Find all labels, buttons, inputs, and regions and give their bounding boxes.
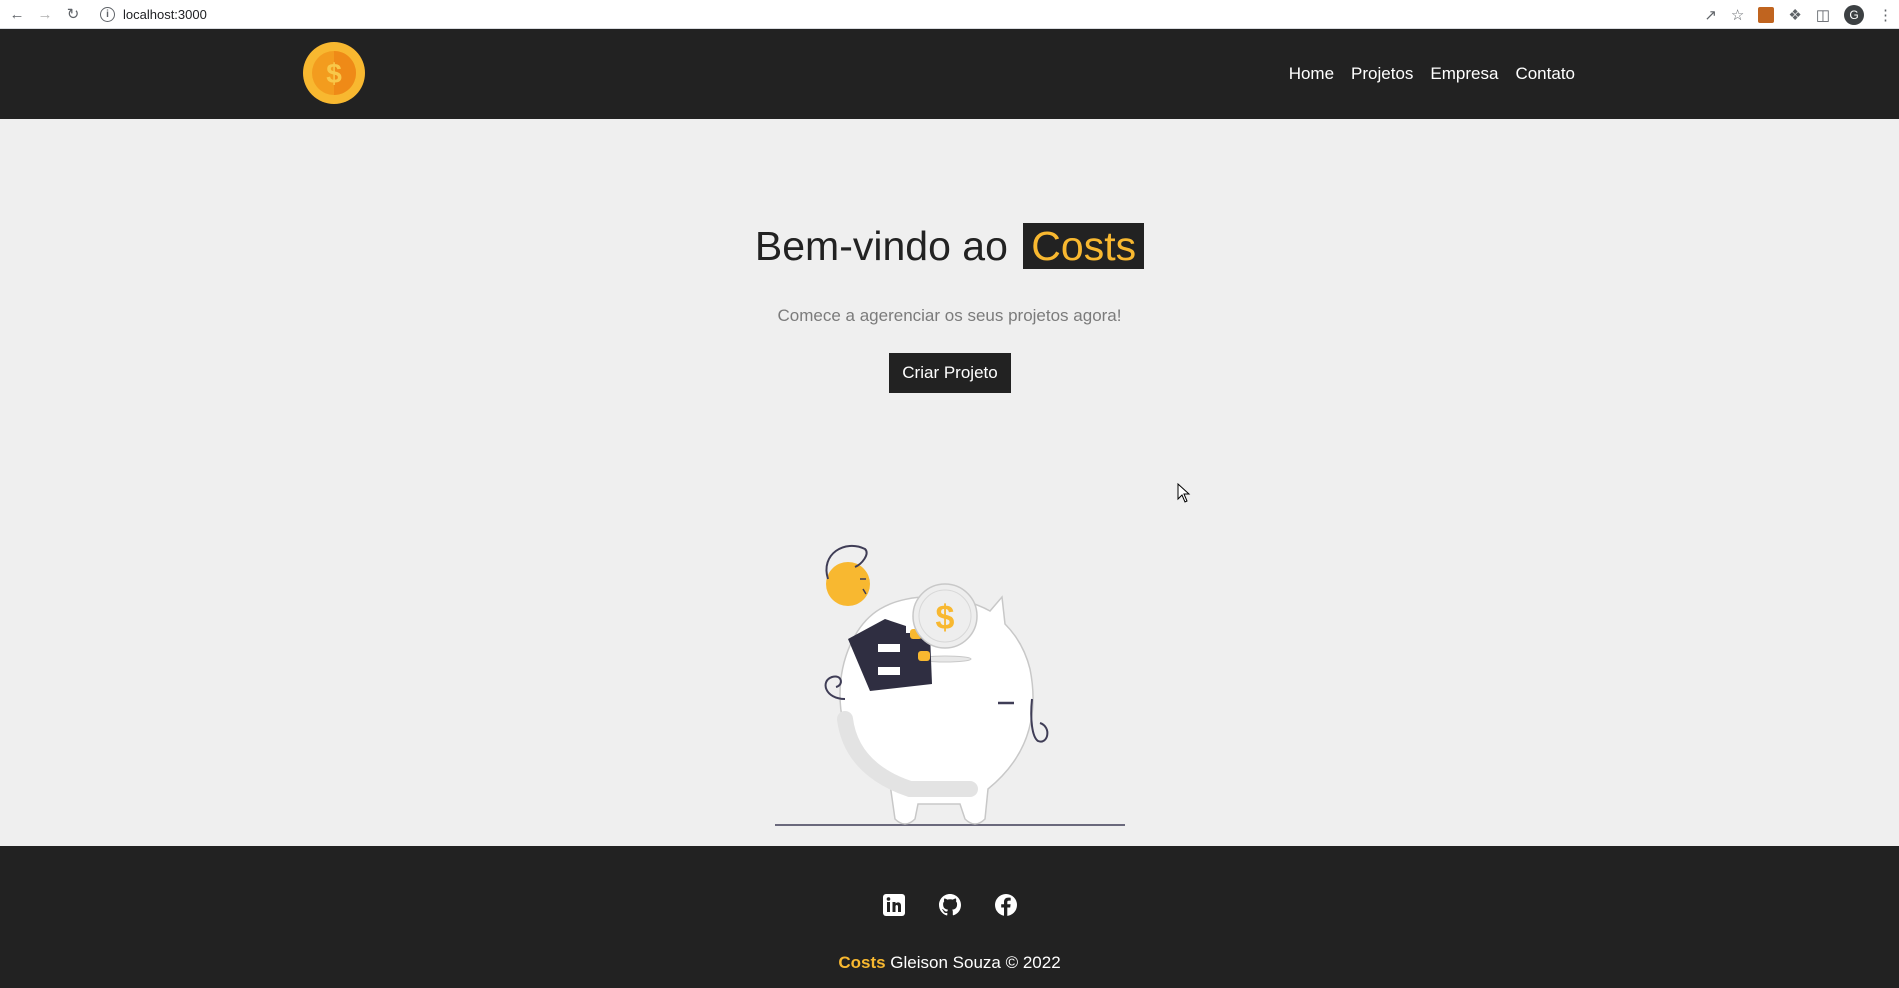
menu-dots-icon[interactable]: ⋮ — [1878, 6, 1893, 24]
facebook-icon[interactable] — [994, 893, 1018, 917]
svg-text:$: $ — [326, 58, 342, 89]
hero-title-prefix: Bem-vindo ao — [754, 223, 1008, 269]
mouse-cursor-icon — [1177, 483, 1191, 503]
share-icon[interactable]: ↗ — [1704, 6, 1717, 24]
svg-text:$: $ — [936, 599, 955, 637]
nav-link-home[interactable]: Home — [1289, 64, 1334, 84]
url-text: localhost:3000 — [123, 6, 207, 22]
coin-dollar-icon[interactable]: $ — [302, 41, 366, 105]
footer-copyright: Gleison Souza © 2022 — [890, 953, 1061, 972]
browser-toolbar: ← → ↻ i localhost:3000 ↗ ☆ ❖ ◫ G ⋮ — [0, 0, 1899, 29]
piggy-bank-savings-illustration: $ — [775, 544, 1125, 826]
puzzle-icon[interactable]: ❖ — [1788, 6, 1801, 24]
nav-link-empresa[interactable]: Empresa — [1430, 64, 1498, 84]
social-links — [0, 893, 1899, 917]
hero-title-brand: Costs — [1023, 223, 1145, 269]
star-icon[interactable]: ☆ — [1731, 6, 1744, 24]
hero-section: Bem-vindo ao Costs Comece a agerenciar o… — [0, 119, 1899, 846]
profile-avatar[interactable]: G — [1844, 4, 1864, 25]
nav-link-contato[interactable]: Contato — [1515, 64, 1575, 84]
footer: Costs Gleison Souza © 2022 — [0, 846, 1899, 988]
footer-brand: Costs — [838, 953, 886, 972]
nav-menu: Home Projetos Empresa Contato — [1289, 29, 1575, 119]
navbar: $ Home Projetos Empresa Contato — [0, 29, 1899, 119]
browser-actions: ↗ ☆ ❖ ◫ G ⋮ — [1704, 0, 1893, 29]
create-project-button[interactable]: Criar Projeto — [889, 353, 1011, 393]
github-icon[interactable] — [938, 893, 962, 917]
extension-icon[interactable] — [1758, 6, 1775, 23]
address-bar[interactable]: i localhost:3000 — [94, 2, 1654, 26]
back-arrow-icon[interactable]: ← — [6, 3, 28, 25]
info-icon[interactable]: i — [100, 6, 115, 22]
side-panel-icon[interactable]: ◫ — [1816, 6, 1830, 24]
hero-subtitle: Comece a agerenciar os seus projetos ago… — [777, 306, 1122, 325]
nav-link-projetos[interactable]: Projetos — [1351, 64, 1413, 84]
linkedin-icon[interactable] — [882, 893, 906, 917]
reload-icon[interactable]: ↻ — [62, 3, 84, 25]
copyright-text: Costs Gleison Souza © 2022 — [0, 953, 1899, 973]
hero-title: Bem-vindo ao Costs — [0, 223, 1899, 270]
forward-arrow-icon[interactable]: → — [34, 3, 56, 25]
